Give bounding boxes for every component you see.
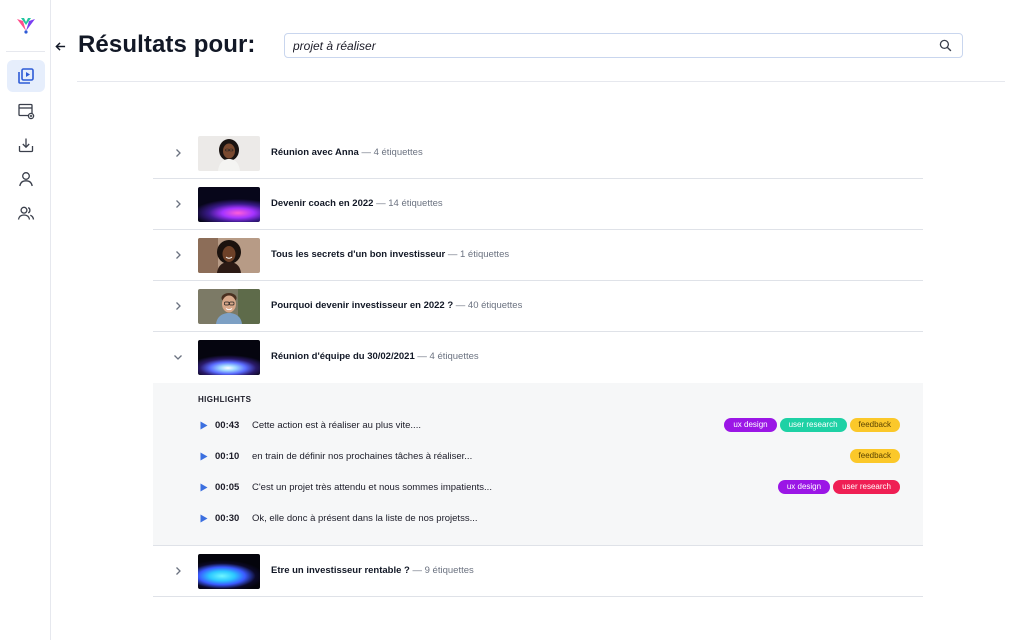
result-title: Tous les secrets d'un bon investisseur — [271, 249, 446, 260]
tag-badge[interactable]: user research — [779, 418, 847, 432]
highlights-panel: HIGHLIGHTS 00:43 Cette action est à réal… — [153, 383, 923, 546]
highlight-timestamp: 00:05 — [215, 482, 240, 493]
result-label: Devenir coach en 2022 — 14 étiquettes — [271, 198, 443, 209]
tag-badge[interactable]: ux design — [724, 418, 777, 432]
chevron-right-icon[interactable] — [172, 300, 184, 312]
highlight-timestamp: 00:10 — [215, 451, 240, 462]
highlight-text: Ok, elle donc à présent dans la liste de… — [252, 513, 478, 524]
tag-list: ux design user research feedback — [724, 418, 900, 432]
chevron-right-icon[interactable] — [172, 249, 184, 261]
result-row[interactable]: Devenir coach en 2022 — 14 étiquettes — [153, 179, 923, 230]
highlight-item[interactable]: 00:30 Ok, elle donc à présent dans la li… — [198, 511, 900, 527]
download-icon — [18, 138, 34, 153]
search-icon[interactable] — [939, 39, 952, 52]
sidebar-item-downloads[interactable] — [7, 129, 45, 161]
result-tag-count: — 4 étiquettes — [417, 351, 479, 362]
result-tag-count: — 40 étiquettes — [455, 300, 523, 311]
results-list: Réunion avec Anna — 4 étiquettes Devenir… — [153, 128, 923, 597]
video-thumbnail[interactable] — [198, 340, 260, 375]
video-thumbnail[interactable] — [198, 289, 260, 324]
highlight-item[interactable]: 00:05 C'est un projet très attendu et no… — [198, 480, 900, 496]
result-title: Réunion avec Anna — [271, 147, 359, 158]
video-library-icon — [18, 68, 34, 84]
video-thumbnail[interactable] — [198, 554, 260, 589]
play-icon[interactable] — [200, 514, 208, 523]
highlight-text: C'est un projet très attendu et nous som… — [252, 482, 492, 493]
screen-share-icon — [18, 103, 35, 120]
result-label: Réunion d'équipe du 30/02/2021 — 4 étiqu… — [271, 351, 479, 362]
result-label: Réunion avec Anna — 4 étiquettes — [271, 147, 423, 158]
result-tag-count: — 4 étiquettes — [361, 147, 423, 158]
sidebar-item-screen[interactable] — [7, 95, 45, 127]
result-title: Réunion d'équipe du 30/02/2021 — [271, 351, 415, 362]
users-icon — [17, 206, 35, 220]
portrait-man-glasses-icon — [198, 289, 260, 324]
highlight-item[interactable]: 00:43 Cette action est à réaliser au plu… — [198, 418, 900, 434]
play-icon[interactable] — [200, 421, 208, 430]
result-title: Pourquoi devenir investisseur en 2022 ? — [271, 300, 454, 311]
result-label: Pourquoi devenir investisseur en 2022 ? … — [271, 300, 522, 311]
play-icon[interactable] — [200, 483, 208, 492]
sidebar-item-team[interactable] — [7, 197, 45, 229]
result-title: Etre un investisseur rentable ? — [271, 565, 410, 576]
result-row[interactable]: Réunion avec Anna — 4 étiquettes — [153, 128, 923, 179]
result-tag-count: — 14 étiquettes — [376, 198, 443, 209]
sidebar-divider — [6, 51, 45, 52]
sidebar — [0, 0, 51, 640]
result-row[interactable]: Pourquoi devenir investisseur en 2022 ? … — [153, 281, 923, 332]
result-row[interactable]: Etre un investisseur rentable ? — 9 étiq… — [153, 546, 923, 597]
result-label: Etre un investisseur rentable ? — 9 étiq… — [271, 565, 474, 576]
tag-badge[interactable]: feedback — [849, 449, 900, 463]
search-bar[interactable] — [284, 33, 963, 58]
highlight-item[interactable]: 00:10 en train de définir nos prochaines… — [198, 449, 900, 465]
video-thumbnail[interactable] — [198, 238, 260, 273]
result-row[interactable]: Tous les secrets d'un bon investisseur —… — [153, 230, 923, 281]
highlight-timestamp: 00:43 — [215, 420, 240, 431]
play-icon[interactable] — [200, 452, 208, 461]
app-logo-icon[interactable] — [14, 13, 38, 37]
tag-list: feedback — [849, 449, 900, 463]
search-input[interactable] — [293, 36, 913, 55]
result-tag-count: — 9 étiquettes — [412, 565, 474, 576]
portrait-woman-smiling-icon — [198, 238, 260, 273]
video-thumbnail[interactable] — [198, 136, 260, 171]
highlight-text: en train de définir nos prochaines tâche… — [252, 451, 473, 462]
video-thumbnail[interactable] — [198, 187, 260, 222]
result-row-expanded[interactable]: Réunion d'équipe du 30/02/2021 — 4 étiqu… — [153, 332, 923, 383]
highlight-text: Cette action est à réaliser au plus vite… — [252, 420, 421, 431]
chevron-right-icon[interactable] — [172, 147, 184, 159]
sidebar-item-videos[interactable] — [7, 60, 45, 92]
arrow-left-icon — [54, 41, 65, 51]
tag-badge[interactable]: ux design — [777, 480, 831, 494]
tag-badge[interactable]: user research — [833, 480, 900, 494]
result-label: Tous les secrets d'un bon investisseur —… — [271, 249, 509, 260]
highlight-timestamp: 00:30 — [215, 513, 240, 524]
page-title: Résultats pour: — [78, 31, 256, 58]
chevron-down-icon[interactable] — [172, 351, 184, 363]
tag-badge[interactable]: feedback — [849, 418, 900, 432]
user-icon — [19, 172, 33, 187]
header-divider — [77, 81, 1005, 82]
back-button[interactable] — [52, 37, 68, 55]
tag-list: ux design user research — [777, 480, 900, 494]
chevron-right-icon[interactable] — [172, 565, 184, 577]
portrait-woman-curly-icon — [198, 136, 260, 171]
chevron-right-icon[interactable] — [172, 198, 184, 210]
result-tag-count: — 1 étiquettes — [447, 249, 510, 260]
sidebar-item-profile[interactable] — [7, 163, 45, 195]
result-title: Devenir coach en 2022 — [271, 198, 374, 209]
highlights-heading: HIGHLIGHTS — [198, 395, 252, 404]
